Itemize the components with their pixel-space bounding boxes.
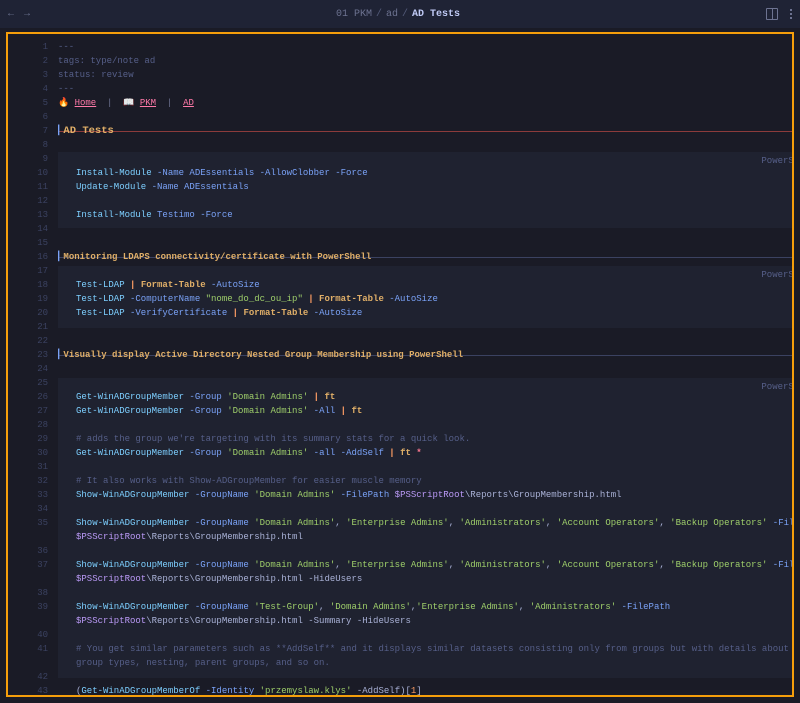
link-home[interactable]: Home	[75, 98, 97, 108]
lang-badge-1: PowerShell	[761, 156, 794, 166]
line-gutter: 1234567891011121314151617181920212223242…	[8, 34, 58, 695]
editor-lines[interactable]: --- tags: type/note ad status: review --…	[58, 40, 794, 697]
link-ad[interactable]: AD	[183, 98, 194, 108]
crumb-current[interactable]: AD Tests	[412, 9, 460, 20]
editor-area[interactable]: 1234567891011121314151617181920212223242…	[6, 32, 794, 697]
heading-1: AD Tests	[63, 125, 113, 137]
fire-icon: 🔥	[58, 98, 75, 108]
heading-2b: Visually display Active Directory Nested…	[63, 350, 463, 360]
more-menu-icon[interactable]	[790, 9, 792, 19]
lang-badge-2: PowerShell	[761, 270, 794, 280]
title-bar: ← → 01 PKM / ad / AD Tests	[0, 0, 800, 28]
breadcrumb: 01 PKM / ad / AD Tests	[38, 9, 758, 20]
crumb-root[interactable]: 01 PKM	[336, 9, 372, 20]
crumb-folder[interactable]: ad	[386, 9, 398, 20]
link-pkm[interactable]: PKM	[140, 98, 156, 108]
book-icon: 📖	[123, 98, 140, 108]
nav-back-icon[interactable]: ←	[8, 9, 14, 20]
heading-2a: Monitoring LDAPS connectivity/certificat…	[63, 252, 371, 262]
nav-forward-icon[interactable]: →	[24, 9, 30, 20]
reading-view-icon[interactable]	[766, 8, 778, 20]
lang-badge-3: PowerShell	[761, 382, 794, 392]
